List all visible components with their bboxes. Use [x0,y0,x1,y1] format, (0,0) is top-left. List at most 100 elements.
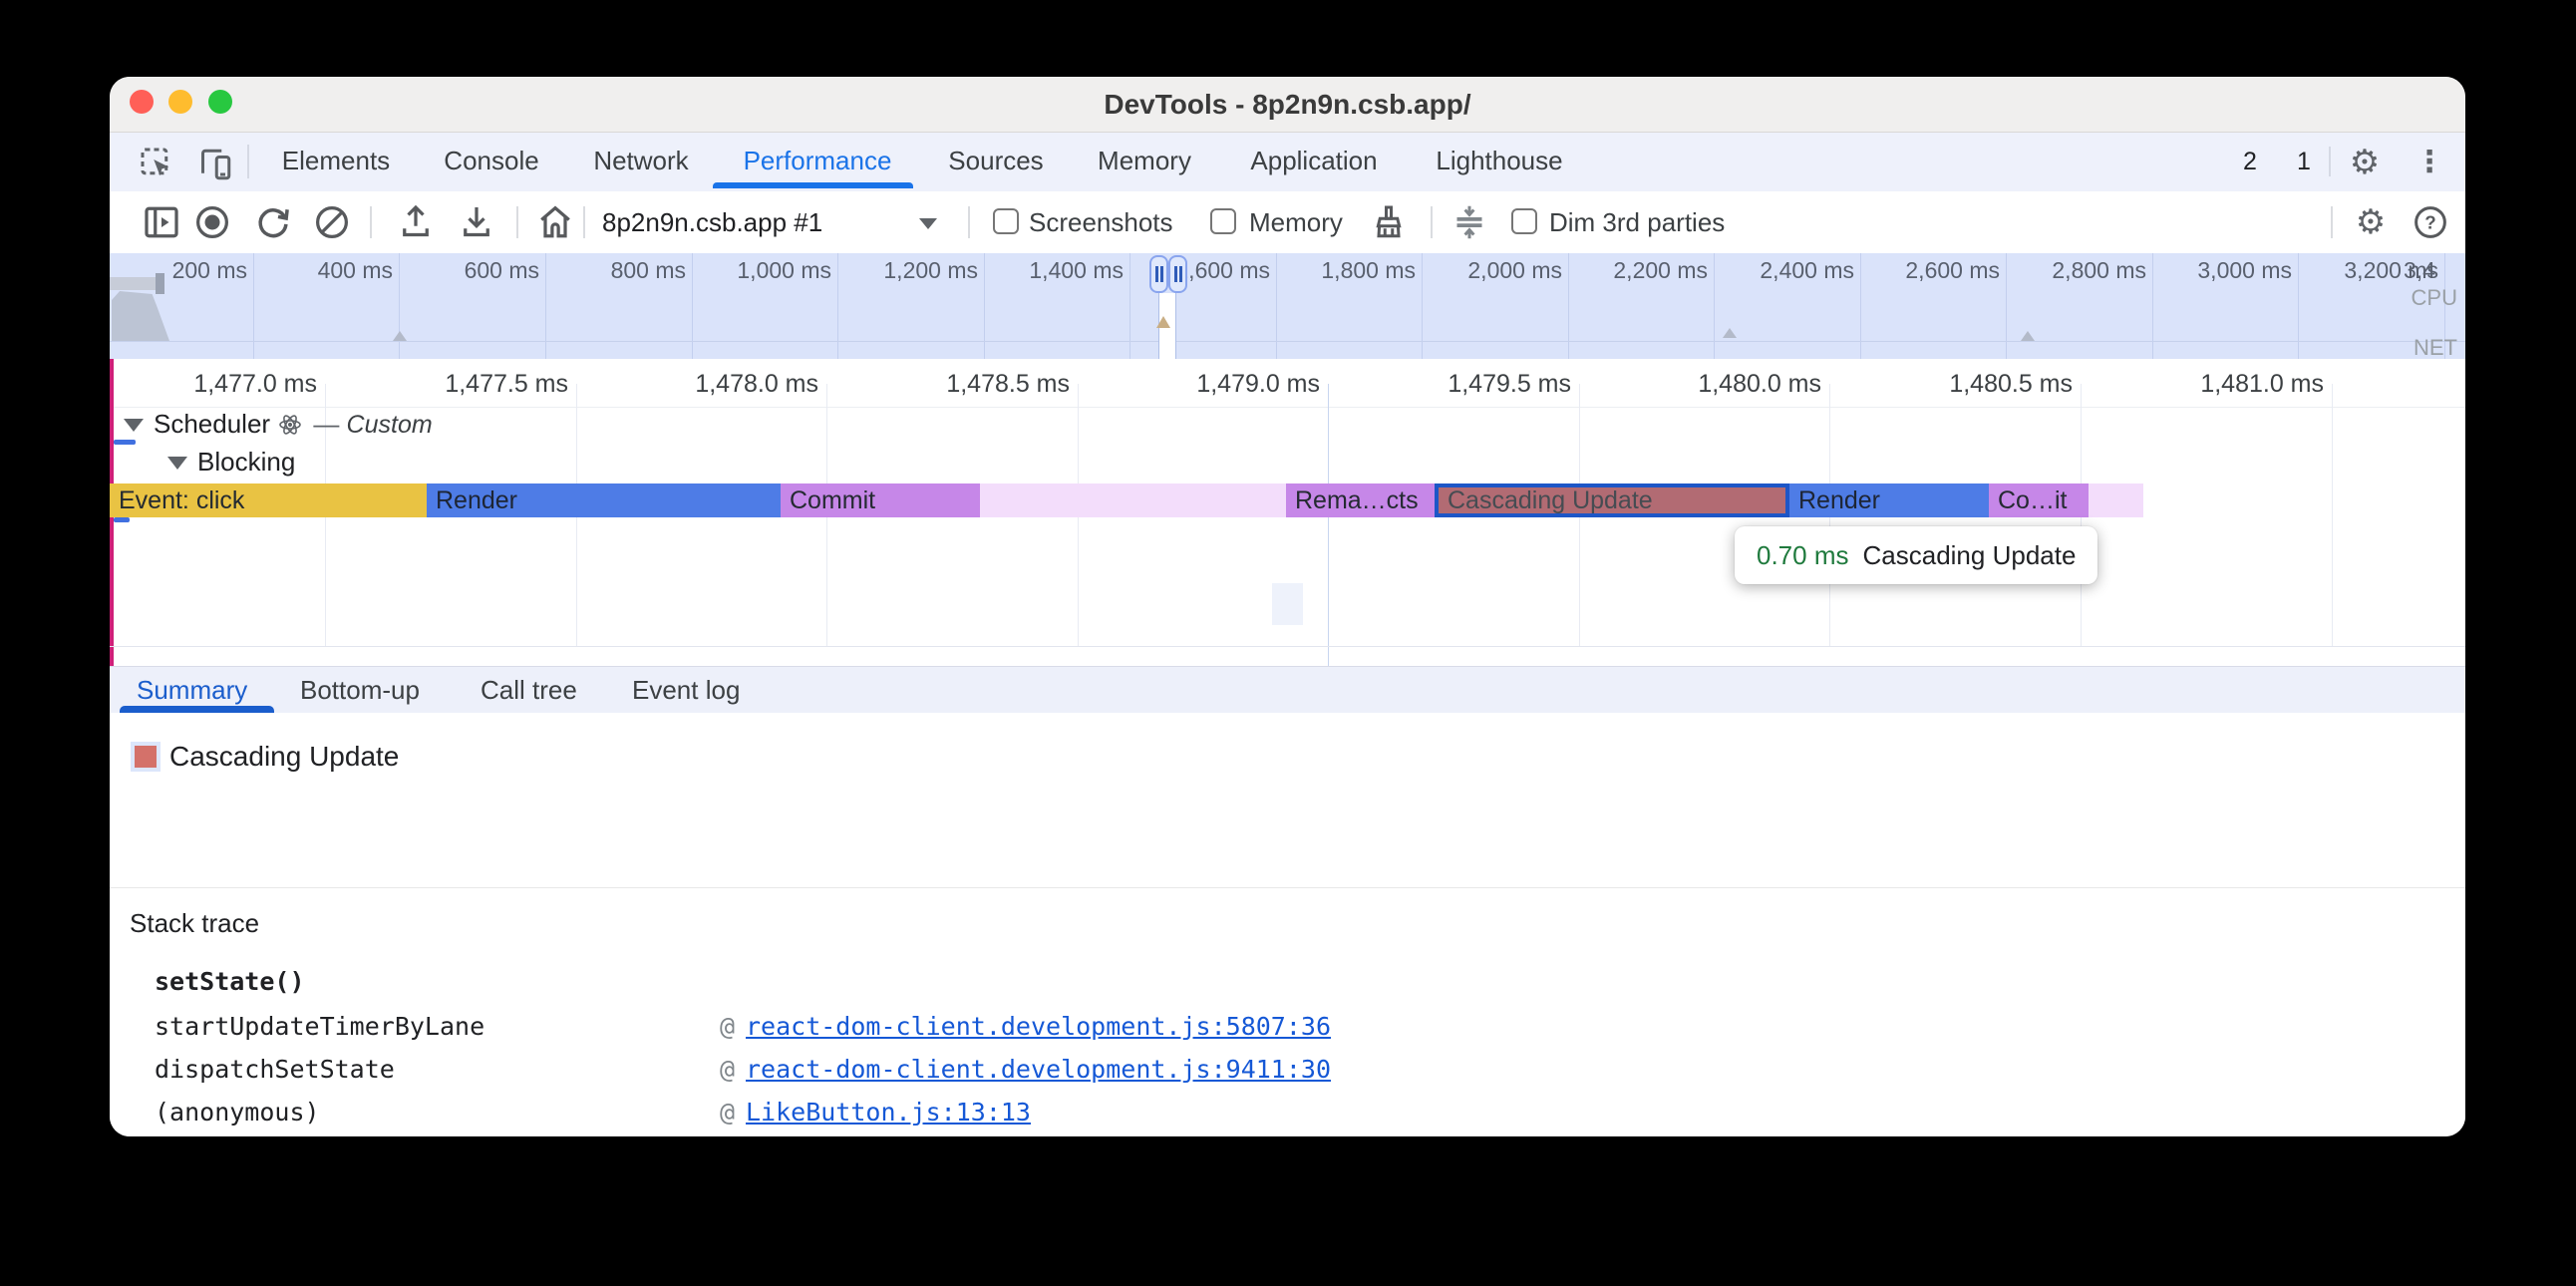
devtools-tab[interactable]: Memory [1098,133,1191,188]
stack-source-link[interactable]: react-dom-client.development.js:9411:30 [746,1050,1331,1090]
overview-tick-label: 800 ms [536,255,686,285]
upload-profile-icon[interactable] [396,202,436,242]
home-icon[interactable] [535,202,575,242]
performance-toolbar: 8p2n9n.csb.app #1 Screenshots Memory Dim… [110,191,2465,254]
devtools-tab[interactable]: Console [444,133,538,188]
capture-settings-gear-icon[interactable]: ⚙ [2349,200,2393,244]
device-toolbar-icon[interactable] [195,145,235,184]
stack-at-symbol: @ [720,1050,735,1090]
chevron-expanded-icon[interactable] [167,457,187,470]
devtools-tab[interactable]: Network [593,133,688,188]
stack-function-name: (anonymous) [155,1093,320,1132]
react-atom-icon [278,413,302,437]
memory-checkbox[interactable] [1210,208,1236,234]
screenshot-strip-cap [156,273,164,294]
stack-frame-row: startUpdateTimerByLane @ react-dom-clien… [110,1007,2465,1047]
flame-event-bar[interactable]: Cascading Update [1435,483,1789,517]
flame-area-border [110,646,2465,647]
settings-gear-icon[interactable]: ⚙ [2343,141,2387,184]
clear-icon[interactable] [312,202,352,242]
collapse-tracks-icon[interactable] [1449,202,1489,242]
cpu-lane-label: CPU [2412,285,2457,311]
stack-origin: setState() [155,962,305,1002]
activity-marker [393,331,407,341]
toolbar-separator [370,206,372,238]
details-tab[interactable]: Call tree [481,667,577,713]
collect-garbage-icon[interactable] [1369,202,1409,242]
screenshots-checkbox[interactable] [993,208,1019,234]
custom-track-suffix: — Custom [306,409,433,439]
chevron-expanded-icon[interactable] [124,419,144,432]
flame-event-bar[interactable]: Rema…cts [1286,483,1435,517]
ruler-tick-label: 1,478.0 ms [649,368,818,400]
error-count[interactable]: 2 [2243,133,2257,188]
range-right-handle[interactable] [1168,255,1187,293]
ruler-tick-label: 1,480.5 ms [1903,368,2073,400]
track-header-scheduler[interactable]: Scheduler — Custom [124,407,433,441]
flame-bar-row: Event: click Render Commit Rema…cts Casc… [110,483,2465,517]
overview-tick-label: 1,600 ms [1121,255,1270,285]
stack-source-link[interactable]: react-dom-client.development.js:5807:36 [746,1007,1331,1047]
blocking-label: Blocking [197,447,295,477]
tabbar-separator [2329,147,2331,176]
event-color-swatch [135,746,157,768]
dim-3rd-parties-label[interactable]: Dim 3rd parties [1549,191,1725,253]
ruler-tick-label: 1,479.0 ms [1150,368,1320,400]
reload-record-icon[interactable] [253,202,293,242]
overview-tick-label: 2,800 ms [1997,255,2146,285]
ruler-tick-label: 1,477.0 ms [148,368,317,400]
stack-trace-title: Stack trace [130,903,259,943]
track-indicator [114,440,136,445]
ruler-tick-label: 1,477.5 ms [399,368,568,400]
flame-event-bar[interactable]: Commit [781,483,980,517]
devtools-tab[interactable]: Application [1250,133,1377,188]
flame-event-bar[interactable]: Render [1789,483,1989,517]
download-profile-icon[interactable] [457,202,496,242]
record-icon[interactable] [192,202,232,242]
flame-event-bar[interactable] [2089,483,2143,517]
more-options-icon[interactable]: ⋮ [2408,141,2451,184]
target-selector-dropdown[interactable]: 8p2n9n.csb.app #1 [602,191,822,253]
warning-count[interactable]: 1 [2297,133,2311,188]
details-tab[interactable]: Event log [632,667,740,713]
overview-tick-label: 3,4 [2404,255,2463,285]
net-lane-label: NET [2414,335,2457,361]
stack-frame-row: dispatchSetState @ react-dom-client.deve… [110,1050,2465,1090]
timeline-overview[interactable]: 200 ms 400 ms 600 ms 800 ms [110,253,2465,360]
devtools-tab[interactable]: Performance [744,133,892,188]
overview-tick-label: 2,000 ms [1413,255,1562,285]
flame-event-bar[interactable]: Co…it [1989,483,2089,517]
screenshots-label[interactable]: Screenshots [1029,191,1173,253]
devtools-tabbar: Elements Console Network Performance Sou… [110,133,2465,192]
stack-function-name: dispatchSetState [155,1050,395,1090]
event-tooltip: 0.70 msCascading Update [1735,526,2097,584]
toolbar-separator [2331,206,2333,238]
track-indicator [114,517,130,522]
flame-event-bar[interactable] [980,483,1286,517]
timeline-ruler[interactable]: 1,477.0 ms 1,477.5 ms 1,478.0 ms 1,478.5… [110,359,2465,408]
chevron-down-icon[interactable] [919,218,937,229]
details-tab[interactable]: Bottom-up [300,667,420,713]
dim-3rd-parties-checkbox[interactable] [1511,208,1537,234]
track-group-blocking[interactable]: Blocking [167,445,295,479]
selected-event-name: Cascading Update [169,739,399,775]
devtools-tab[interactable]: Sources [948,133,1043,188]
flame-event-bar[interactable]: Render [427,483,781,517]
range-left-handle[interactable] [1149,255,1168,293]
stack-source-link[interactable]: LikeButton.js:13:13 [746,1093,1031,1132]
toolbar-separator [583,206,585,238]
help-icon[interactable]: ? [2411,202,2450,242]
memory-label[interactable]: Memory [1249,191,1343,253]
active-tab-underline [120,706,274,713]
toggle-sidebar-icon[interactable] [142,202,181,242]
ruler-tick-label: 1,480.0 ms [1652,368,1821,400]
tooltip-duration: 0.70 ms [1757,540,1849,570]
devtools-tab[interactable]: Elements [282,133,390,188]
stack-at-symbol: @ [720,1093,735,1132]
flame-event-bar[interactable]: Event: click [110,483,427,517]
toolbar-separator [516,206,518,238]
ruler-tick-label: 1,479.5 ms [1402,368,1571,400]
inspect-element-icon[interactable] [138,145,177,184]
devtools-tab[interactable]: Lighthouse [1436,133,1562,188]
toolbar-separator [1431,206,1433,238]
